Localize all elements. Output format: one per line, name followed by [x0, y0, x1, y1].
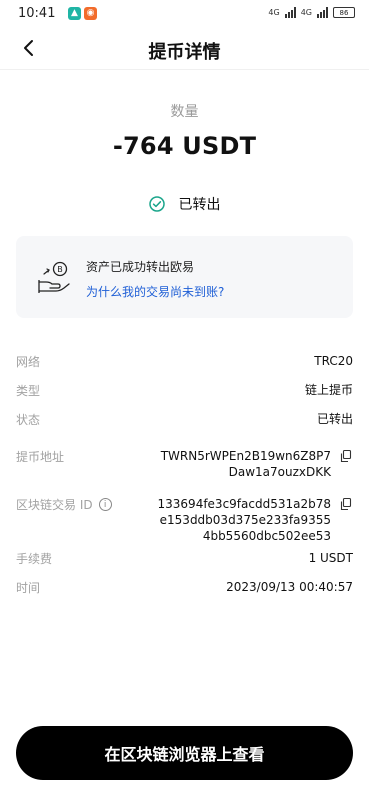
signal-icon: [317, 7, 328, 18]
copy-icon[interactable]: [339, 449, 353, 463]
page-title: 提币详情: [148, 42, 221, 63]
top-nav: 提币详情: [0, 26, 369, 70]
detail-label: 时间: [16, 581, 41, 595]
svg-text:B: B: [57, 265, 63, 274]
detail-value: 2023/09/13 00:40:57: [226, 580, 353, 594]
txid-line: 4bb5560dbc502ee53: [202, 529, 331, 543]
address-line: TWRN5rWPEn2B19wn6Z8P7: [160, 449, 331, 463]
app-notification-icon: ▲: [68, 7, 81, 20]
copy-icon[interactable]: [339, 497, 353, 511]
withdraw-address: TWRN5rWPEn2B19wn6Z8P7 Daw1a7ouzxDKK: [161, 448, 331, 480]
battery-icon: 86: [333, 7, 355, 18]
notice-card: B 资产已成功转出欧易 为什么我的交易尚未到账?: [16, 236, 353, 318]
detail-value: 链上提币: [304, 383, 353, 397]
txid-line: 133694fe3c9facdd531a2b78: [157, 497, 331, 511]
view-on-explorer-button[interactable]: 在区块链浏览器上查看: [16, 726, 353, 780]
check-circle-icon: [148, 196, 165, 212]
detail-label: 提币地址: [16, 450, 65, 464]
detail-label-with-info: 区块链交易 ID i: [16, 496, 112, 513]
detail-label: 手续费: [16, 552, 53, 566]
notification-icons: ▲ ◉: [68, 7, 97, 20]
network-type-label: 4G: [300, 8, 312, 17]
transaction-id: 133694fe3c9facdd531a2b78 e153ddb03d375e2…: [158, 496, 331, 544]
transfer-status-text: 已转出: [178, 197, 221, 213]
address-line: Daw1a7ouzxDKK: [228, 465, 331, 479]
info-icon[interactable]: i: [98, 498, 112, 511]
status-time: 10:41: [18, 6, 56, 21]
why-not-arrived-link[interactable]: 为什么我的交易尚未到账?: [86, 283, 224, 300]
app-notification-icon: ◉: [84, 7, 97, 20]
network-type-label: 4G: [268, 8, 280, 17]
detail-value: 1 USDT: [308, 551, 353, 565]
status-indicators: 4G 4G 86: [268, 7, 355, 18]
txid-line: e153ddb03d375e233fa9355: [159, 513, 331, 527]
transfer-status: 已转出: [0, 194, 369, 214]
notice-title: 资产已成功转出欧易: [86, 260, 195, 274]
detail-label: 区块链交易 ID: [16, 498, 93, 512]
detail-label: 状态: [16, 413, 41, 427]
detail-label: 类型: [16, 384, 41, 398]
status-bar: 10:41 ▲ ◉ 4G 4G 86: [0, 0, 369, 26]
detail-label: 网络: [16, 355, 41, 369]
detail-value: TRC20: [314, 354, 353, 368]
amount-value: -764 USDT: [112, 132, 257, 160]
detail-value: 已转出: [316, 412, 353, 426]
coin-hand-icon: B: [38, 261, 70, 293]
signal-icon: [284, 7, 296, 18]
amount-label: 数量: [170, 104, 199, 120]
